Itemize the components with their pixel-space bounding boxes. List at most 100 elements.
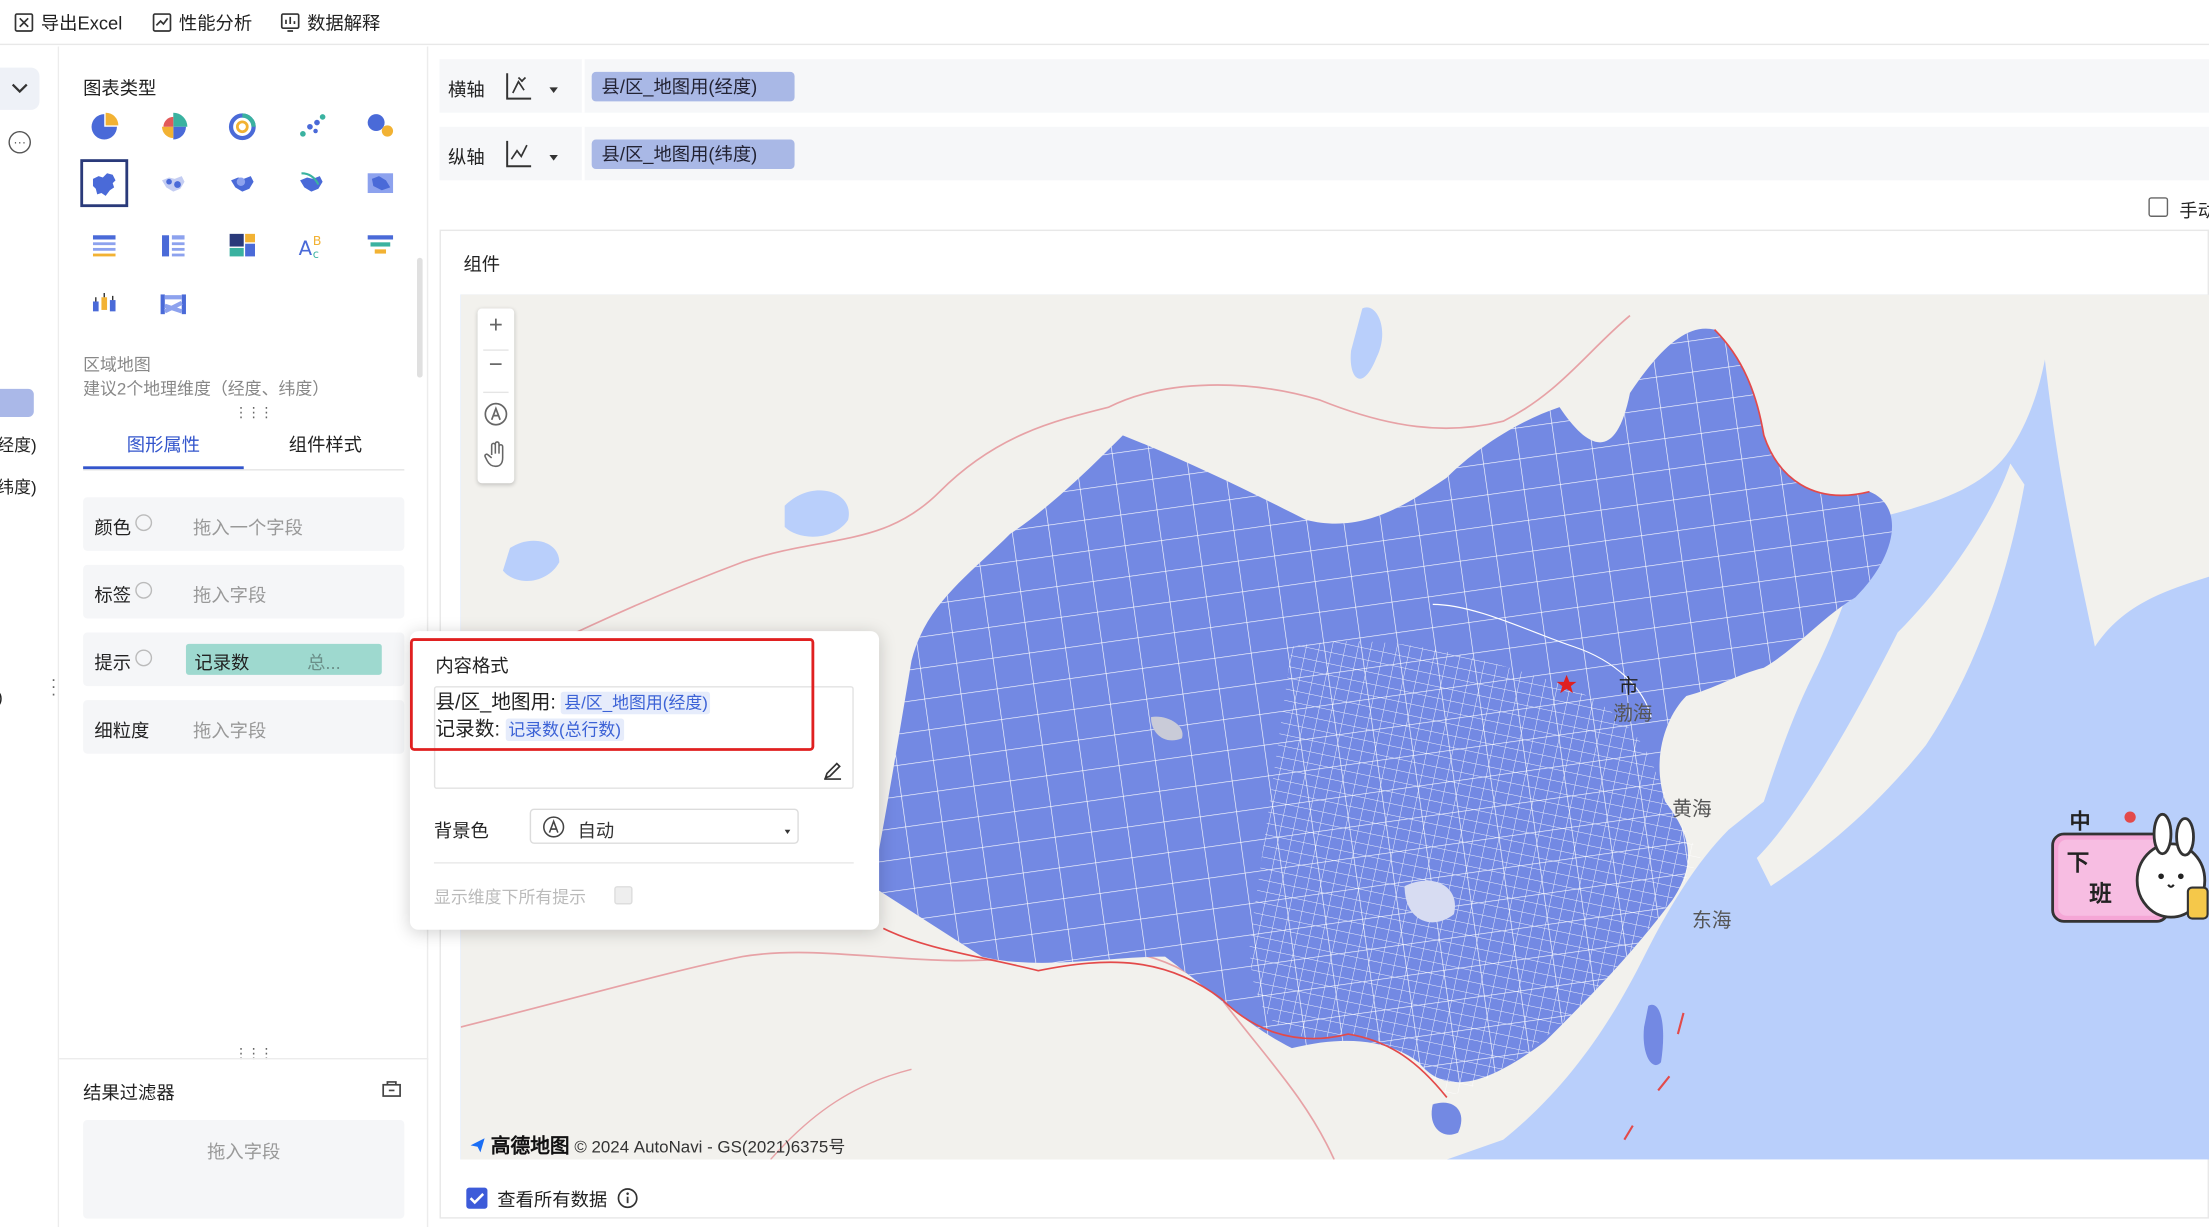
auto-color-icon bbox=[543, 816, 565, 838]
color-label: 颜色 bbox=[94, 517, 132, 539]
data-explain-button[interactable]: 数据解释 bbox=[280, 8, 380, 35]
chart-treemap-icon[interactable] bbox=[218, 221, 266, 269]
chart-sankey-icon[interactable] bbox=[149, 280, 197, 328]
tooltip-drop-zone[interactable]: 提示 记录数 总... bbox=[83, 632, 405, 687]
chart-donut-icon[interactable] bbox=[218, 103, 266, 151]
chevron-down-icon[interactable] bbox=[549, 87, 558, 93]
result-filter-placeholder: 拖入字段 bbox=[207, 1141, 281, 1163]
panel-scrollbar[interactable] bbox=[417, 257, 423, 378]
svg-text:A: A bbox=[299, 237, 313, 260]
chart-scatter-icon[interactable] bbox=[287, 103, 335, 151]
svg-text:下: 下 bbox=[2067, 851, 2090, 877]
collapse-button[interactable] bbox=[0, 67, 40, 110]
gear-icon[interactable] bbox=[135, 581, 153, 599]
field-highlight-bar[interactable] bbox=[0, 388, 34, 418]
chart-region-map-icon[interactable] bbox=[80, 159, 129, 208]
record-count-chip[interactable]: 记录数 总... bbox=[185, 643, 382, 675]
map-label-donghai: 东海 bbox=[1691, 908, 1732, 932]
splitter-grip[interactable]: ⋮⋮⋮ bbox=[234, 1047, 273, 1062]
divider bbox=[433, 862, 854, 864]
pan-hand-icon[interactable] bbox=[478, 441, 515, 473]
data-explain-icon bbox=[280, 12, 300, 32]
excel-icon bbox=[14, 12, 34, 32]
analysis-icon bbox=[152, 12, 172, 32]
chart-custom-map-icon[interactable] bbox=[356, 159, 404, 207]
divider bbox=[483, 391, 509, 394]
panel-resize-handle[interactable]: · · · bbox=[51, 671, 57, 702]
gear-icon[interactable] bbox=[135, 514, 153, 532]
x-axis-field-pill[interactable]: 县/区_地图用(经度) bbox=[591, 71, 795, 102]
chart-point-map-icon[interactable] bbox=[149, 159, 197, 207]
label-drop-zone[interactable]: 标签 拖入字段 bbox=[83, 564, 405, 619]
chart-cross-table-icon[interactable] bbox=[149, 221, 197, 269]
show-all-tips-checkbox[interactable] bbox=[614, 886, 633, 905]
manual-checkbox[interactable] bbox=[2148, 197, 2169, 217]
x-axis-label: 横轴 bbox=[447, 78, 485, 101]
gear-icon[interactable] bbox=[135, 649, 153, 667]
label-placeholder: 拖入字段 bbox=[193, 584, 267, 606]
chevron-down-icon bbox=[11, 83, 28, 94]
map-controls: + − bbox=[477, 308, 515, 484]
zoom-in-button[interactable]: + bbox=[478, 311, 515, 339]
chart-type-title: 图表类型 bbox=[83, 77, 157, 99]
chart-funnel-icon[interactable] bbox=[356, 221, 404, 269]
chart-word-cloud-icon[interactable]: ABc bbox=[287, 221, 335, 269]
chart-heat-map-icon[interactable] bbox=[218, 159, 266, 207]
y-axis-field-pill[interactable]: 县/区_地图用(纬度) bbox=[591, 139, 795, 170]
view-all-data-toggle[interactable]: 查看所有数据 bbox=[466, 1185, 638, 1212]
property-tabs: 图形属性 组件样式 bbox=[83, 420, 405, 471]
auto-fit-icon[interactable] bbox=[478, 402, 515, 432]
field-list-strip: ··· 经度) 纬度) ··· ) bbox=[0, 46, 60, 1227]
tab-component-style[interactable]: 组件样式 bbox=[289, 430, 362, 457]
config-panel: 图表类型 A B c 区域地图 建议2个地理维度（经度、纬度） ⋮⋮⋮ 图形属性… bbox=[59, 46, 429, 1227]
manual-checkbox-label: 手动 bbox=[2179, 200, 2209, 222]
perf-analysis-button[interactable]: 性能分析 bbox=[152, 8, 252, 35]
chart-rose-icon[interactable] bbox=[149, 103, 197, 151]
perf-analysis-label: 性能分析 bbox=[178, 12, 253, 34]
field-fragment: ) bbox=[0, 687, 3, 707]
chart-boxplot-icon[interactable] bbox=[80, 280, 128, 328]
tab-graphic-properties[interactable]: 图形属性 bbox=[127, 430, 200, 457]
label-label: 标签 bbox=[94, 584, 132, 606]
axis-sort-icon[interactable] bbox=[503, 138, 534, 169]
chevron-down-icon[interactable] bbox=[549, 154, 558, 161]
show-all-tips-label: 显示维度下所有提示 bbox=[433, 887, 587, 908]
export-excel-label: 导出Excel bbox=[40, 12, 123, 34]
tooltip-label: 提示 bbox=[94, 652, 132, 674]
color-placeholder: 拖入一个字段 bbox=[193, 517, 303, 539]
more-options-icon[interactable]: ··· bbox=[8, 131, 31, 154]
info-icon[interactable] bbox=[617, 1188, 638, 1209]
decorative-sticker: 下 班 中 bbox=[2051, 808, 2209, 923]
chart-bubble-icon[interactable] bbox=[356, 103, 404, 151]
granularity-drop-zone[interactable]: 细粒度 拖入字段 bbox=[83, 700, 405, 754]
filter-settings-icon[interactable] bbox=[382, 1079, 402, 1097]
chip-field-name: 记录数 bbox=[194, 652, 250, 674]
result-filter-drop-zone[interactable]: 拖入字段 bbox=[83, 1119, 405, 1219]
edit-pencil-icon[interactable] bbox=[823, 761, 843, 781]
x-axis-row: 横轴 县/区_地图用(经度) bbox=[439, 59, 2209, 113]
export-excel-button[interactable]: 导出Excel bbox=[14, 8, 122, 35]
taiwan bbox=[1643, 1004, 1664, 1066]
map-attribution: 高德地图 © 2024 AutoNavi - GS(2021)6375号 bbox=[469, 1131, 845, 1159]
checkbox-checked-icon[interactable] bbox=[466, 1187, 488, 1209]
color-drop-zone[interactable]: 颜色 拖入一个字段 bbox=[83, 497, 405, 551]
background-color-select[interactable]: 自动 bbox=[529, 808, 799, 844]
active-tab-indicator bbox=[83, 466, 244, 470]
chart-flow-map-icon[interactable] bbox=[287, 159, 335, 207]
y-axis-row: 纵轴 县/区_地图用(纬度) bbox=[439, 126, 2209, 181]
chip-aggregation: 总... bbox=[307, 652, 341, 674]
chart-table-icon[interactable] bbox=[80, 221, 128, 269]
chart-pie-icon[interactable] bbox=[80, 103, 128, 151]
zoom-out-button[interactable]: − bbox=[478, 351, 515, 379]
svg-text:c: c bbox=[313, 248, 319, 261]
field-latitude-fragment[interactable]: 纬度) bbox=[0, 475, 37, 499]
field-longitude-fragment[interactable]: 经度) bbox=[0, 433, 37, 457]
svg-text:班: 班 bbox=[2089, 882, 2112, 908]
chevron-down-icon bbox=[784, 829, 791, 835]
annotation-highlight-box bbox=[409, 638, 815, 751]
axis-sort-icon[interactable] bbox=[503, 70, 534, 101]
background-color-label: 背景色 bbox=[433, 819, 489, 842]
svg-text:B: B bbox=[313, 233, 322, 248]
divider bbox=[581, 126, 585, 181]
sakhalin-east bbox=[2038, 294, 2209, 647]
